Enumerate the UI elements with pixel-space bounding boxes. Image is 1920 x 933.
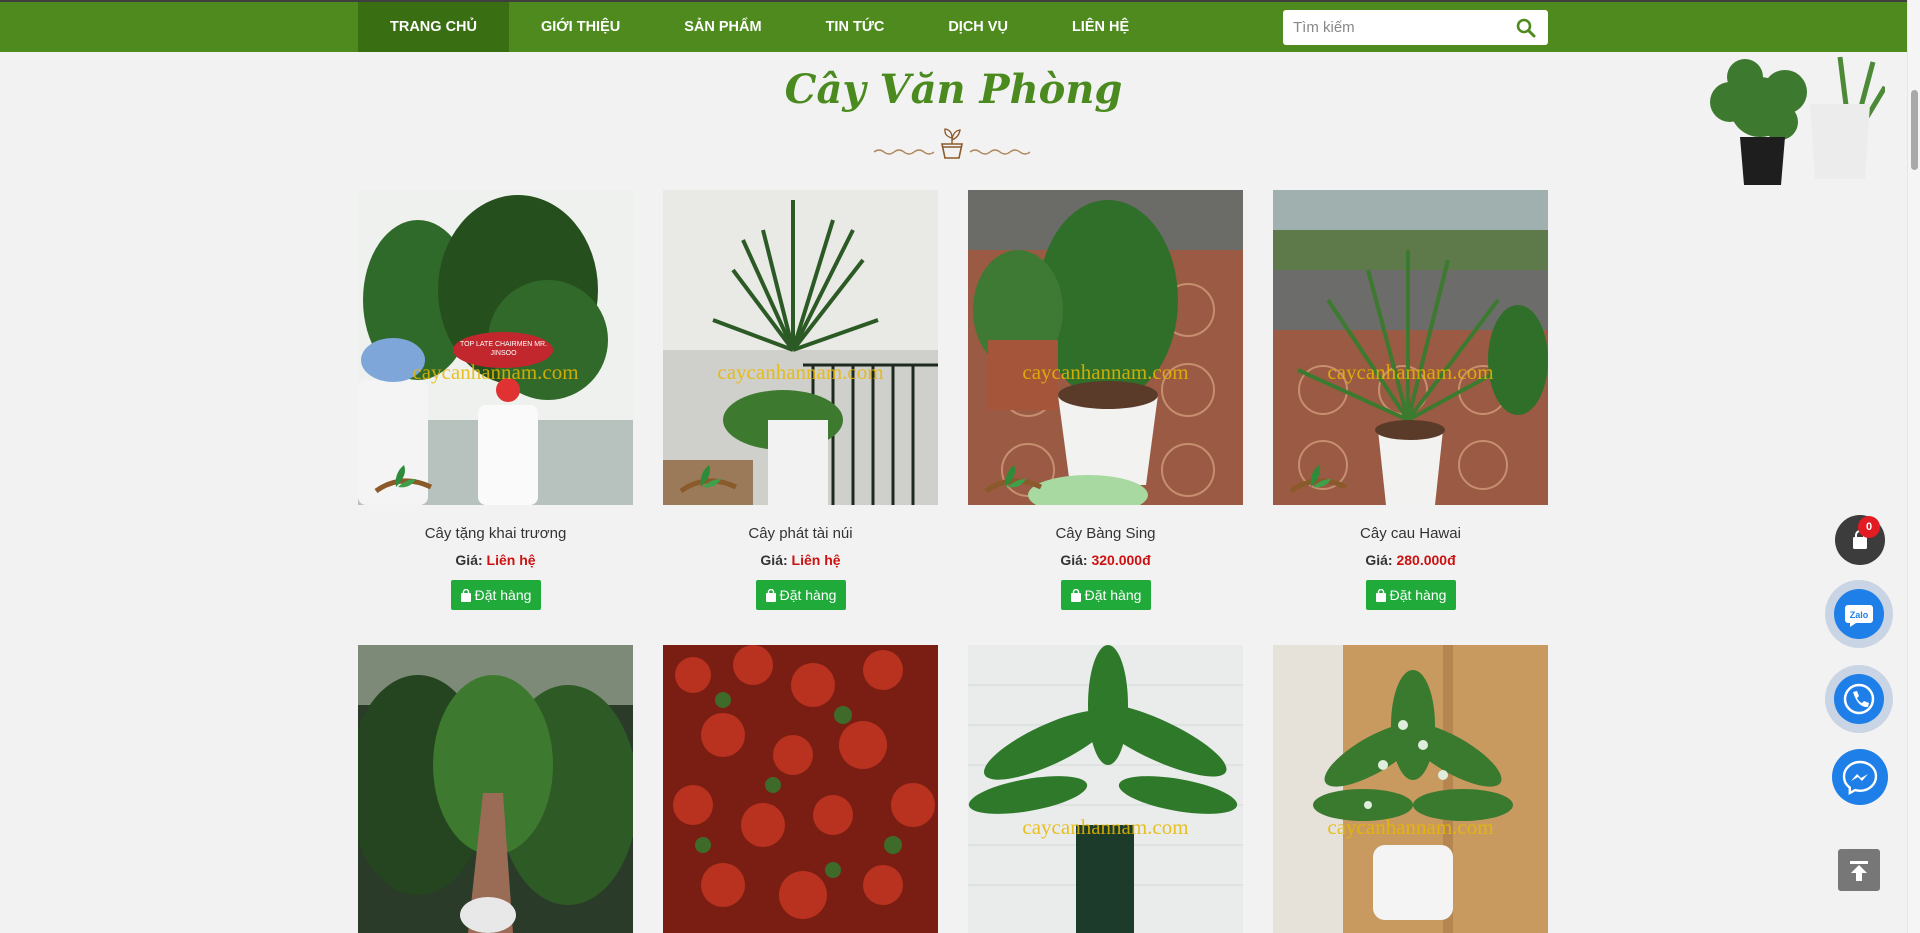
nav-item-about[interactable]: GIỚI THIỆU bbox=[509, 2, 652, 52]
shopping-bag-icon bbox=[460, 588, 471, 602]
nav-item-news[interactable]: TIN TỨC bbox=[794, 2, 917, 52]
page-scrollbar[interactable] bbox=[1907, 0, 1920, 933]
product-card: caycanhannam.com Cây Bàng Sing Giá: 320.… bbox=[968, 190, 1243, 610]
shop-logo-icon bbox=[374, 465, 433, 494]
zalo-icon: Zalo bbox=[1845, 605, 1873, 627]
zalo-button[interactable]: Zalo bbox=[1834, 589, 1884, 639]
order-button[interactable]: Đặt hàng bbox=[1365, 580, 1456, 610]
watermark: caycanhannam.com bbox=[412, 360, 579, 384]
product-card: caycanhannam.com Cây cau Hawai Giá: 280.… bbox=[1273, 190, 1548, 610]
decorative-plant-icon bbox=[1710, 56, 1885, 185]
shop-logo-icon bbox=[984, 465, 1043, 494]
order-button[interactable]: Đặt hàng bbox=[755, 580, 846, 610]
product-name[interactable]: Cây tặng khai trương bbox=[358, 525, 633, 542]
price-label: Giá: bbox=[1060, 552, 1088, 568]
svg-text:Zalo: Zalo bbox=[1850, 610, 1869, 620]
watermark: caycanhannam.com bbox=[1327, 360, 1494, 384]
price-value: Liên hệ bbox=[486, 552, 536, 568]
shop-logo-icon bbox=[1289, 465, 1348, 494]
top-navbar: TRANG CHỦ GIỚI THIỆU SẢN PHẨM TIN TỨC DỊ… bbox=[0, 0, 1907, 52]
nav-item-home[interactable]: TRANG CHỦ bbox=[358, 2, 509, 52]
order-button-label: Đặt hàng bbox=[474, 587, 532, 603]
product-image[interactable] bbox=[358, 645, 633, 933]
messenger-icon bbox=[1842, 760, 1878, 796]
product-card: caycanhannam.com TOP LATE CHAIRMEN MR. J… bbox=[358, 190, 633, 610]
phone-button[interactable] bbox=[1834, 674, 1884, 724]
product-price: Giá: 280.000đ bbox=[1273, 552, 1548, 568]
product-image[interactable]: caycanhannam.com bbox=[1273, 190, 1548, 505]
shopping-bag-icon bbox=[765, 588, 776, 602]
product-card bbox=[358, 645, 633, 933]
product-card bbox=[663, 645, 938, 933]
arrow-up-icon bbox=[1850, 861, 1868, 881]
scrollbar-thumb[interactable] bbox=[1911, 90, 1918, 170]
nav-item-contact[interactable]: LIÊN HỆ bbox=[1040, 2, 1161, 52]
product-image[interactable]: caycanhannam.com bbox=[968, 190, 1243, 505]
search-input[interactable] bbox=[1283, 10, 1503, 45]
watermark: caycanhannam.com bbox=[1022, 815, 1189, 839]
main-menu: TRANG CHỦ GIỚI THIỆU SẢN PHẨM TIN TỨC DỊ… bbox=[358, 2, 1161, 52]
product-image[interactable]: caycanhannam.com bbox=[968, 645, 1243, 933]
watermark: caycanhannam.com bbox=[1327, 815, 1494, 839]
banner-text: TOP LATE CHAIRMEN MR. JINSOO bbox=[459, 341, 548, 357]
price-label: Giá: bbox=[1365, 552, 1393, 568]
price-label: Giá: bbox=[760, 552, 788, 568]
price-label: Giá: bbox=[455, 552, 483, 568]
search-box bbox=[1283, 10, 1548, 45]
product-price: Giá: Liên hệ bbox=[358, 552, 633, 568]
product-name[interactable]: Cây phát tài núi bbox=[663, 525, 938, 542]
product-image[interactable]: caycanhannam.com bbox=[1273, 645, 1548, 933]
order-button-label: Đặt hàng bbox=[1389, 587, 1447, 603]
order-button[interactable]: Đặt hàng bbox=[450, 580, 541, 610]
product-price: Giá: Liên hệ bbox=[663, 552, 938, 568]
product-image[interactable]: caycanhannam.com bbox=[663, 190, 938, 505]
product-card: caycanhannam.com bbox=[968, 645, 1243, 933]
product-card: caycanhannam.com Cây phát tài núi Giá: L… bbox=[663, 190, 938, 610]
nav-item-services[interactable]: DỊCH VỤ bbox=[916, 2, 1040, 52]
back-to-top-button[interactable] bbox=[1838, 849, 1880, 891]
watermark: caycanhannam.com bbox=[1022, 360, 1189, 384]
phone-ring bbox=[1825, 665, 1893, 733]
order-button-label: Đặt hàng bbox=[779, 587, 837, 603]
product-card: caycanhannam.com bbox=[1273, 645, 1548, 933]
phone-icon bbox=[1843, 683, 1875, 715]
price-value: 320.000đ bbox=[1091, 552, 1151, 568]
shopping-bag-icon bbox=[1375, 588, 1386, 602]
shopping-bag-icon bbox=[1070, 588, 1081, 602]
product-name[interactable]: Cây cau Hawai bbox=[1273, 525, 1548, 542]
messenger-button[interactable] bbox=[1832, 749, 1888, 805]
title-divider-icon bbox=[873, 128, 1031, 159]
shop-logo-icon bbox=[679, 465, 738, 494]
cart-count-badge: 0 bbox=[1858, 516, 1880, 538]
watermark: caycanhannam.com bbox=[717, 360, 884, 384]
order-button-label: Đặt hàng bbox=[1084, 587, 1142, 603]
section-title: Cây Văn Phòng bbox=[784, 66, 1123, 113]
zalo-ring: Zalo bbox=[1825, 580, 1893, 648]
order-button[interactable]: Đặt hàng bbox=[1060, 580, 1151, 610]
nav-item-products[interactable]: SẢN PHẨM bbox=[652, 2, 793, 52]
search-icon[interactable] bbox=[1516, 18, 1536, 38]
product-image[interactable] bbox=[663, 645, 938, 933]
product-image[interactable]: caycanhannam.com TOP LATE CHAIRMEN MR. J… bbox=[358, 190, 633, 505]
price-value: 280.000đ bbox=[1396, 552, 1456, 568]
product-name[interactable]: Cây Bàng Sing bbox=[968, 525, 1243, 542]
product-price: Giá: 320.000đ bbox=[968, 552, 1243, 568]
price-value: Liên hệ bbox=[791, 552, 841, 568]
